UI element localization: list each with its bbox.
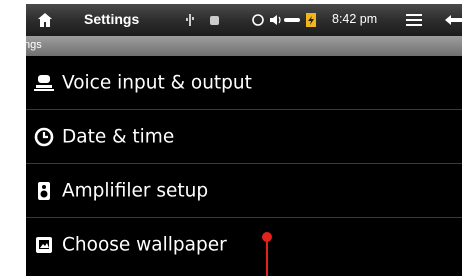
- clock-icon: [34, 127, 54, 146]
- clock-time: 8:42 pm: [332, 12, 378, 26]
- back-arrow-icon[interactable]: [444, 13, 462, 27]
- list-item-date-time[interactable]: Date & time: [26, 110, 462, 164]
- volume-icon: [270, 15, 281, 25]
- home-icon[interactable]: [36, 11, 54, 29]
- status-bar: Settings 8:42 pm: [26, 4, 462, 36]
- wallpaper-icon: [36, 237, 52, 253]
- tap-pointer-marker: [262, 232, 272, 276]
- gps-icon: [252, 14, 264, 26]
- app-title: Settings: [84, 11, 140, 27]
- debug-icon: [210, 16, 219, 25]
- battery-icon: [306, 13, 316, 27]
- list-item-amplifier-setup[interactable]: Amplifiler setup: [26, 164, 462, 218]
- list-item-label: Choose wallpaper: [62, 234, 227, 256]
- menu-icon[interactable]: [406, 13, 422, 27]
- status-icons: [186, 13, 316, 27]
- list-item-label: Voice input & output: [62, 72, 252, 93]
- list-item-label: Date & time: [62, 126, 175, 147]
- page-title: Settings: [26, 39, 42, 51]
- list-item-label: Amplifiler setup: [62, 180, 209, 201]
- usb-icon: [186, 14, 194, 26]
- voice-icon: [34, 74, 54, 91]
- device-screen: Settings 8:42 pm ngs Voice input & outpu…: [26, 4, 462, 276]
- settings-title-bar: Settings: [26, 36, 462, 56]
- speaker-icon: [38, 181, 50, 200]
- list-item-choose-wallpaper[interactable]: Choose wallpaper: [26, 218, 462, 272]
- level-bar-icon: [284, 18, 300, 22]
- list-item-voice-input[interactable]: Voice input & output: [26, 56, 462, 110]
